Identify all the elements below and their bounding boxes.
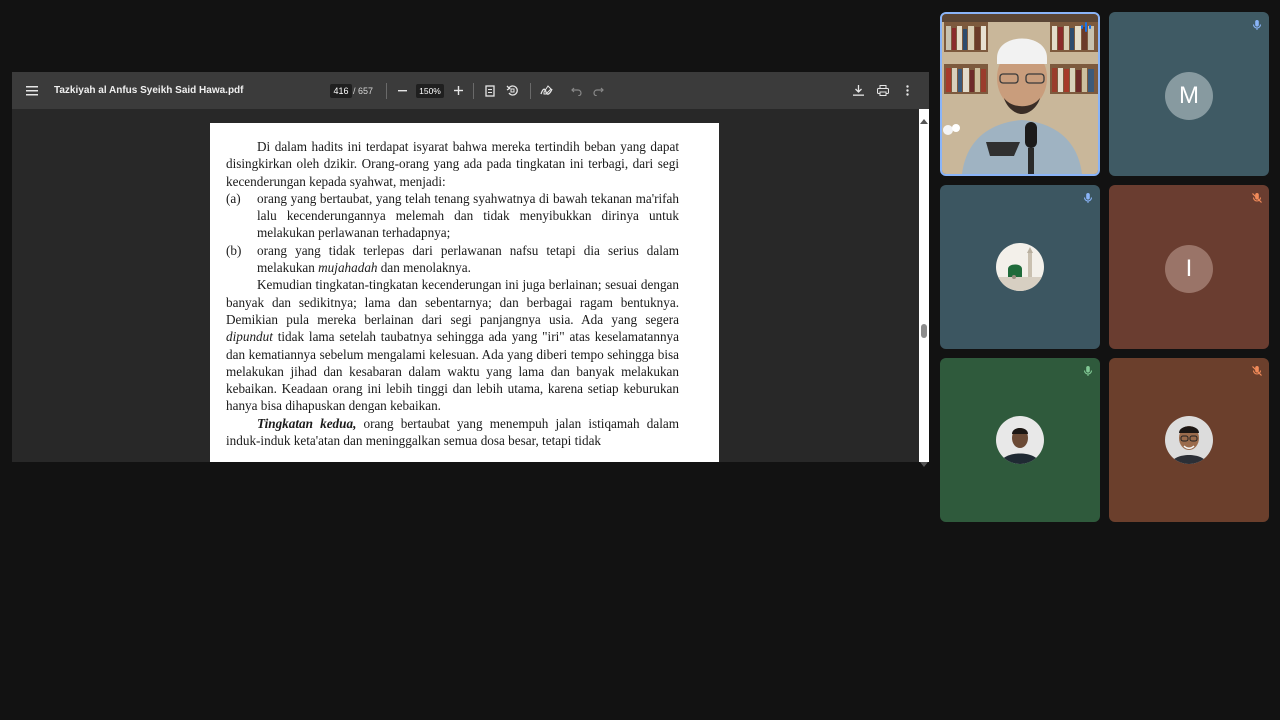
list-item-b: (b) orang yang tidak terlepas dari perla… [226, 242, 679, 277]
italic-term: mujahadah [318, 260, 378, 276]
paragraph-second-level: Tingkatan kedua, orang bertaubat yang me… [226, 415, 679, 450]
menu-icon[interactable] [24, 72, 40, 109]
mic-icon [1082, 364, 1094, 376]
print-icon[interactable] [876, 72, 890, 109]
pdf-page-area[interactable]: Di dalam hadits ini terdapat isyarat bah… [12, 109, 919, 462]
pdf-viewer-window: Tazkiyah al Anfus Syeikh Said Hawa.pdf 4… [12, 72, 929, 467]
scroll-up-arrow-icon[interactable] [920, 111, 928, 124]
page-number-value[interactable]: 416 [330, 83, 352, 98]
scroll-down-arrow-icon[interactable] [920, 455, 928, 467]
rotate-icon[interactable] [505, 72, 519, 109]
download-icon[interactable] [852, 72, 864, 109]
participant-tile-speaker[interactable] [940, 12, 1100, 176]
scrollbar-thumb[interactable] [921, 324, 927, 338]
vertical-scrollbar[interactable] [919, 109, 929, 462]
page-number-input[interactable]: 416 [330, 72, 352, 109]
zoom-level-value[interactable]: 150% [416, 83, 444, 98]
redo-icon[interactable] [592, 72, 604, 109]
list-item-a: (a) orang yang bertaubat, yang telah ten… [226, 190, 679, 242]
list-item-text: dan menolaknya. [377, 260, 471, 276]
zoom-in-icon[interactable] [452, 72, 464, 109]
person-avatar [1165, 416, 1213, 464]
list-item-label: (b) [226, 242, 242, 258]
participant-tile-photo-avatar[interactable] [940, 358, 1100, 522]
paragraph-intro: Di dalam hadits ini terdapat isyarat bah… [226, 139, 679, 189]
participant-tile-mosque-avatar[interactable] [940, 185, 1100, 349]
toolbar-divider [473, 83, 474, 99]
toolbar-divider [530, 83, 531, 99]
bold-italic-heading: Tingkatan kedua, [257, 415, 357, 431]
speaker-video [942, 14, 1098, 174]
mosque-avatar [996, 243, 1044, 291]
toolbar-divider [386, 83, 387, 99]
speaking-indicator-icon [1080, 20, 1092, 32]
list-item-label: (a) [226, 190, 241, 206]
mic-icon [1251, 18, 1263, 30]
paragraph-levels: Kemudian tingkatan-tingkatan kecenderung… [226, 276, 679, 414]
paragraph-text: tidak lama setelah taubatnya sehingga ad… [226, 329, 679, 414]
zoom-level-input[interactable]: 150% [416, 72, 444, 109]
pdf-page-text: Di dalam hadits ini terdapat isyarat bah… [226, 138, 679, 449]
more-vert-icon[interactable] [903, 72, 911, 109]
participant-tile-m[interactable]: M [1109, 12, 1269, 176]
document-title: Tazkiyah al Anfus Syeikh Said Hawa.pdf [54, 85, 244, 96]
participant-tile-i[interactable]: I [1109, 185, 1269, 349]
annotate-icon[interactable] [539, 72, 553, 109]
participant-tile-photo-avatar-glasses[interactable] [1109, 358, 1269, 522]
mic-muted-icon [1251, 364, 1263, 376]
pdf-toolbar: Tazkiyah al Anfus Syeikh Said Hawa.pdf 4… [12, 72, 929, 109]
pdf-page: Di dalam hadits ini terdapat isyarat bah… [210, 123, 719, 462]
paragraph-text: Kemudian tingkatan-tingkatan kecenderung… [226, 277, 679, 327]
zoom-out-icon[interactable] [396, 72, 408, 109]
person-avatar [996, 416, 1044, 464]
list-item-text: orang yang bertaubat, yang telah tenang … [257, 190, 679, 241]
mic-icon [1082, 191, 1094, 203]
page-total: / 657 [353, 85, 374, 96]
fit-page-icon[interactable] [484, 72, 496, 109]
italic-term: dipundut [226, 329, 273, 345]
avatar-initial: M [1165, 72, 1213, 120]
mic-muted-icon [1251, 191, 1263, 203]
avatar-initial: I [1165, 245, 1213, 293]
undo-icon[interactable] [570, 72, 582, 109]
